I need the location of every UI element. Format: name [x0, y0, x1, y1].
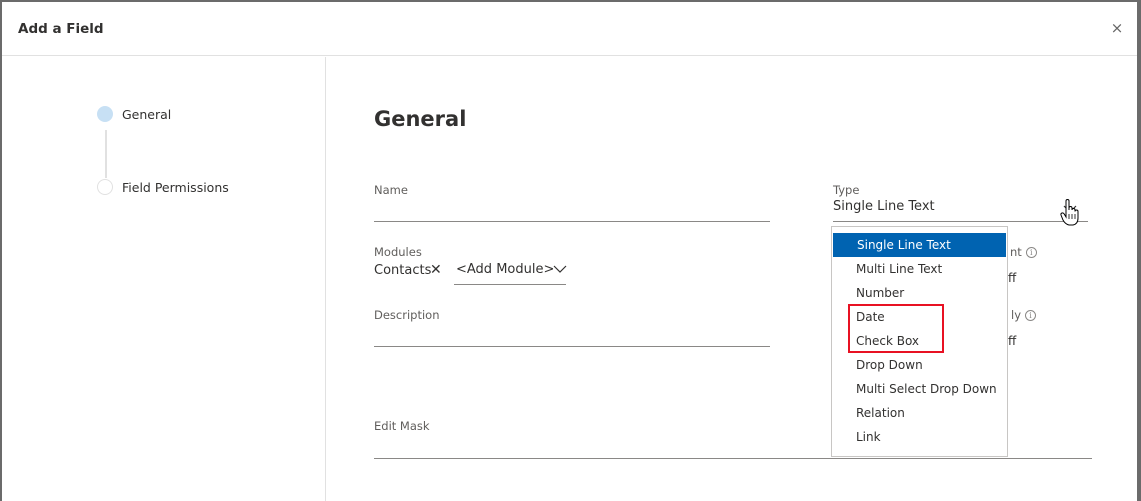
close-icon[interactable]: ×: [1109, 20, 1125, 36]
step-label: General: [122, 106, 172, 122]
type-option-drop-down[interactable]: Drop Down: [832, 353, 1007, 377]
hand-cursor-icon: [1060, 199, 1079, 226]
step-label: Field Permissions: [122, 179, 229, 195]
type-option-check-box[interactable]: Check Box: [832, 329, 1007, 353]
description-input[interactable]: [374, 346, 770, 347]
type-label: Type: [833, 183, 860, 197]
edit-mask-label: Edit Mask: [374, 419, 430, 433]
type-option-link[interactable]: Link: [832, 425, 1007, 449]
module-chip-contacts: Contacts: [374, 263, 432, 278]
type-select-value[interactable]: Single Line Text: [833, 199, 935, 214]
chevron-down-icon[interactable]: [553, 265, 567, 274]
remove-module-icon[interactable]: ✕: [430, 262, 442, 278]
toggle2-label-partial: ly i: [1011, 308, 1037, 322]
dialog-title: Add a Field: [18, 21, 104, 37]
edit-mask-input[interactable]: [374, 458, 1092, 459]
steps-sidebar: General Field Permissions: [2, 57, 326, 501]
add-module-underline: [454, 284, 566, 285]
type-option-single-line-text[interactable]: Single Line Text: [833, 233, 1006, 257]
type-option-relation[interactable]: Relation: [832, 401, 1007, 425]
name-input[interactable]: [374, 221, 770, 222]
add-module-dropdown[interactable]: <Add Module>: [456, 262, 554, 277]
step-inactive-dot-icon: [97, 179, 113, 195]
type-dropdown-list: Single Line Text Multi Line Text Number …: [831, 226, 1008, 457]
main-panel: General Name Modules Contacts ✕ <Add Mod…: [327, 57, 1137, 501]
info-icon[interactable]: i: [1025, 247, 1037, 258]
step-general[interactable]: General: [97, 106, 171, 122]
section-title: General: [374, 107, 467, 131]
type-select[interactable]: [833, 221, 1088, 222]
description-label: Description: [374, 308, 440, 322]
name-label: Name: [374, 183, 408, 197]
toggle2-value-partial[interactable]: ff: [1008, 334, 1016, 348]
step-field-permissions[interactable]: Field Permissions: [97, 179, 229, 195]
type-option-number[interactable]: Number: [832, 281, 1007, 305]
type-option-multi-select-drop-down[interactable]: Multi Select Drop Down: [832, 377, 1007, 401]
step-active-dot-icon: [97, 106, 113, 122]
modules-label: Modules: [374, 245, 422, 259]
type-option-date[interactable]: Date: [832, 305, 1007, 329]
type-option-multi-line-text[interactable]: Multi Line Text: [832, 257, 1007, 281]
toggle1-value-partial[interactable]: ff: [1008, 271, 1016, 285]
step-connector: [105, 130, 107, 178]
dialog-header: Add a Field ×: [2, 2, 1137, 56]
toggle1-label-partial: nt i: [1010, 245, 1037, 259]
info-icon[interactable]: i: [1025, 310, 1037, 321]
